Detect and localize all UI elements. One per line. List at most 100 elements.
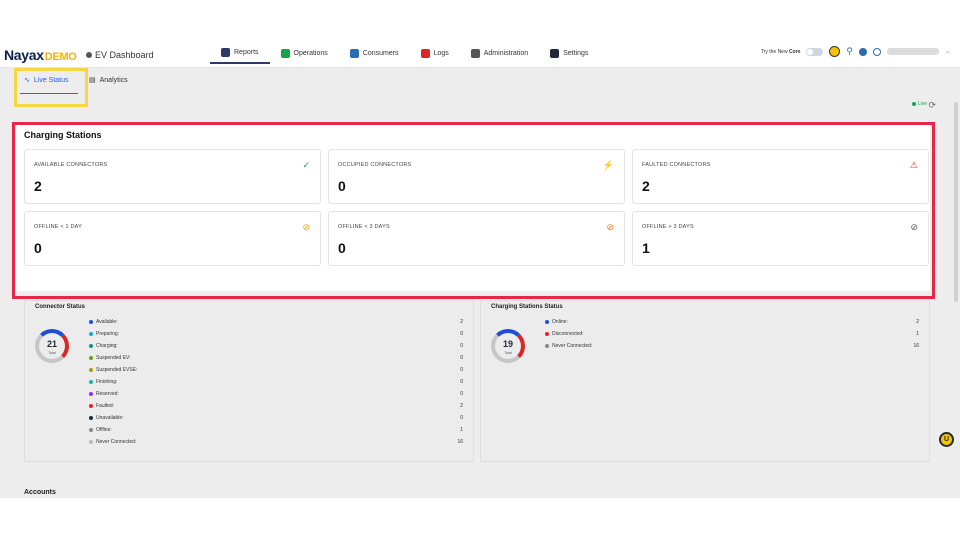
legend-row: Reserved: bbox=[89, 391, 119, 397]
consumers-icon bbox=[349, 48, 359, 58]
legend-row: Finishing: bbox=[89, 379, 117, 385]
globe-icon[interactable] bbox=[858, 47, 867, 56]
nav-administration[interactable]: Administration bbox=[460, 42, 539, 64]
nav-reports[interactable]: Reports bbox=[210, 42, 270, 64]
nav-consumers[interactable]: Consumers bbox=[339, 42, 410, 64]
legend-dot-icon bbox=[89, 428, 93, 432]
stations-donut-chart: 19 Total bbox=[491, 329, 525, 363]
legend-value: 2 bbox=[460, 403, 463, 409]
legend-row: Never Connected: bbox=[89, 439, 136, 445]
connector-status-panel: Connector Status 21 Total Available: 2 Pre… bbox=[24, 300, 474, 462]
legend-row: Charging: bbox=[89, 343, 118, 349]
help-widget-icon[interactable]: U bbox=[939, 432, 954, 447]
legend-label: Available: bbox=[96, 319, 118, 325]
user-menu[interactable] bbox=[886, 48, 939, 55]
bar-chart-icon: ▤ bbox=[89, 77, 96, 84]
legend-row: Offline: bbox=[89, 427, 112, 433]
donut-total-label: Total bbox=[48, 351, 56, 355]
legend-dot-icon bbox=[545, 332, 549, 336]
legend-dot-icon bbox=[89, 392, 93, 396]
legend-dot-icon bbox=[89, 332, 93, 336]
highlight-charging-stations bbox=[12, 122, 935, 299]
nav-operations[interactable]: Operations bbox=[270, 42, 339, 64]
top-navigation-bar: NayaxDEMO EV Dashboard Reports Operation… bbox=[0, 42, 960, 68]
legend-label: Finishing: bbox=[96, 379, 118, 385]
connector-donut-chart: 21 Total bbox=[35, 329, 69, 363]
legend-label: Disconnected: bbox=[552, 331, 584, 337]
legend-dot-icon bbox=[89, 404, 93, 408]
app-title: EV Dashboard bbox=[86, 50, 154, 60]
chevron-down-icon[interactable]: ⌄ bbox=[945, 48, 950, 55]
stations-status-panel: Charging Stations Status 19 Total Online… bbox=[480, 300, 930, 462]
legend-value: 0 bbox=[460, 343, 463, 349]
academy-icon[interactable] bbox=[829, 46, 841, 57]
legend-label: Charging: bbox=[96, 343, 118, 349]
legend-row: Never Connected: bbox=[545, 343, 592, 349]
legend-value: 0 bbox=[460, 355, 463, 361]
legend-label: Faulted: bbox=[96, 403, 115, 409]
legend-row: Faulted: bbox=[89, 403, 114, 409]
legend-value: 1 bbox=[460, 427, 463, 433]
legend-dot-icon bbox=[89, 416, 93, 420]
donut-total: 19 bbox=[502, 339, 513, 349]
settings-icon bbox=[550, 48, 560, 58]
stations-status-title: Charging Stations Status bbox=[491, 304, 563, 310]
legend-label: Online: bbox=[552, 319, 568, 325]
legend-dot-icon bbox=[545, 320, 549, 324]
legend-dot-icon bbox=[89, 356, 93, 360]
legend-row: Online: bbox=[545, 319, 568, 325]
highlight-live-status bbox=[14, 68, 88, 107]
legend-row: Disconnected: bbox=[545, 331, 584, 337]
legend-value: 0 bbox=[460, 367, 463, 373]
legend-row: Unavailable: bbox=[89, 415, 124, 421]
live-dot-icon bbox=[911, 102, 916, 106]
legend-dot-icon bbox=[89, 440, 93, 444]
legend-label: Never Connected: bbox=[96, 439, 137, 445]
connector-status-title: Connector Status bbox=[35, 304, 86, 310]
legend-row: Suspended EVSE: bbox=[89, 367, 137, 373]
refresh-icon[interactable]: ⟳ bbox=[928, 100, 936, 111]
app-window: NayaxDEMO EV Dashboard Reports Operation… bbox=[0, 42, 960, 498]
legend-row: Available: bbox=[89, 319, 118, 325]
legend-label: Never Connected: bbox=[552, 343, 593, 349]
legend-label: Offline: bbox=[96, 427, 112, 433]
legend-label: Suspended EV: bbox=[96, 355, 131, 361]
legend-label: Preparing: bbox=[96, 331, 120, 337]
donut-total: 21 bbox=[46, 339, 57, 349]
tab-analytics[interactable]: ▤ Analytics bbox=[89, 76, 128, 85]
search-icon[interactable]: ⚲ bbox=[846, 46, 853, 57]
scrollbar[interactable] bbox=[954, 102, 958, 302]
legend-row: Preparing: bbox=[89, 331, 119, 337]
live-indicator: Live bbox=[911, 101, 927, 107]
legend-value: 2 bbox=[916, 319, 919, 325]
legend-value: 16 bbox=[457, 439, 463, 445]
accounts-title: Accounts bbox=[24, 489, 56, 496]
reports-icon bbox=[221, 47, 230, 57]
legend-dot-icon bbox=[545, 344, 549, 348]
legend-value: 0 bbox=[460, 415, 463, 421]
legend-dot-icon bbox=[89, 344, 93, 348]
main-nav: Reports Operations Consumers Logs Admini… bbox=[210, 42, 599, 68]
administration-icon bbox=[470, 48, 480, 58]
legend-value: 0 bbox=[460, 391, 463, 397]
sub-navigation: ∿ Live Status ▤ Analytics bbox=[0, 68, 960, 98]
nayax-logo[interactable]: NayaxDEMO bbox=[4, 47, 77, 63]
legend-label: Reserved: bbox=[96, 391, 119, 397]
clock-icon[interactable] bbox=[872, 47, 881, 56]
status-dot-icon bbox=[86, 52, 92, 58]
legend-dot-icon bbox=[89, 368, 93, 372]
try-new-core-label: Try the New Core bbox=[760, 48, 801, 55]
legend-value: 1 bbox=[916, 331, 919, 337]
legend-label: Unavailable: bbox=[96, 415, 124, 421]
operations-icon bbox=[280, 48, 290, 58]
legend-row: Suspended EV: bbox=[89, 355, 131, 361]
nav-settings[interactable]: Settings bbox=[539, 42, 599, 64]
core-toggle[interactable] bbox=[806, 47, 824, 56]
legend-label: Suspended EVSE: bbox=[96, 367, 138, 373]
legend-dot-icon bbox=[89, 380, 93, 384]
legend-value: 0 bbox=[460, 379, 463, 385]
nav-logs[interactable]: Logs bbox=[410, 42, 460, 64]
donut-total-label: Total bbox=[504, 351, 512, 355]
legend-value: 16 bbox=[913, 343, 919, 349]
legend-value: 2 bbox=[460, 319, 463, 325]
